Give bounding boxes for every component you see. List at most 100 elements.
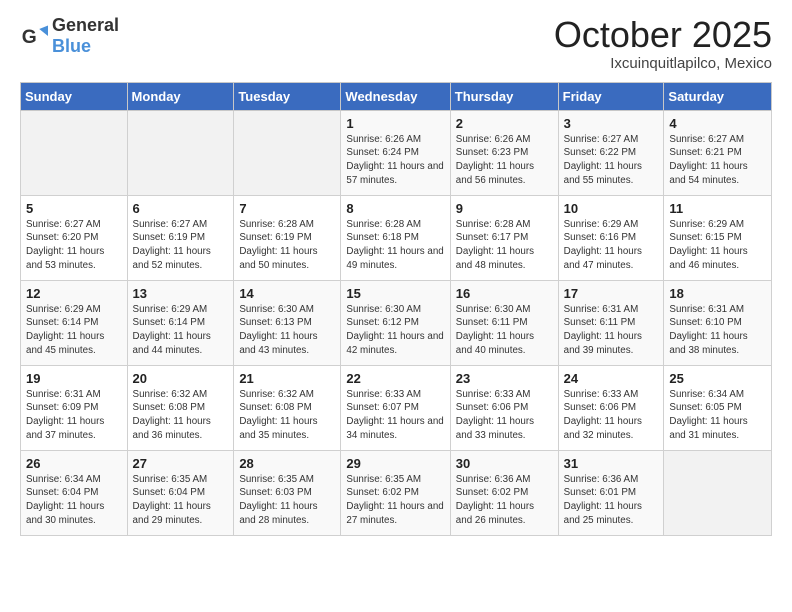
day-number: 1 (346, 116, 444, 131)
day-info: Sunrise: 6:30 AMSunset: 6:13 PMDaylight:… (239, 303, 335, 358)
svg-text:G: G (22, 27, 37, 48)
day-number: 27 (133, 456, 229, 471)
calendar: Sunday Monday Tuesday Wednesday Thursday… (20, 82, 772, 536)
day-info: Sunrise: 6:30 AMSunset: 6:12 PMDaylight:… (346, 303, 444, 358)
table-row: 30Sunrise: 6:36 AMSunset: 6:02 PMDayligh… (450, 450, 558, 535)
table-row: 4 Sunrise: 6:27 AMSunset: 6:21 PMDaylight… (664, 110, 772, 195)
table-row: 29 Sunrise: 6:35 AMSunset: 6:02 PMDayligh… (341, 450, 450, 535)
page: G General Blue October 2025 Ixcuinquitla… (0, 0, 792, 612)
day-info: Sunrise: 6:33 AMSunset: 6:07 PMDaylight:… (346, 388, 444, 443)
day-info: Sunrise: 6:27 AMSunset: 6:22 PMDaylight:… (564, 133, 659, 188)
day-number: 17 (564, 286, 659, 301)
day-number: 21 (239, 371, 335, 386)
calendar-week-row: 1 Sunrise: 6:26 AMSunset: 6:24 PMDaylight… (21, 110, 772, 195)
table-row: 28 Sunrise: 6:35 AMSunset: 6:03 PMDayligh… (234, 450, 341, 535)
title-block: October 2025 Ixcuinquitlapilco, Mexico (554, 15, 772, 72)
day-info: Sunrise: 6:34 AMSunset: 6:05 PMDaylight:… (669, 388, 766, 443)
day-number: 11 (669, 201, 766, 216)
day-number: 29 (346, 456, 444, 471)
logo-text: General Blue (52, 15, 119, 57)
day-info: Sunrise: 6:32 AMSunset: 6:08 PMDaylight:… (239, 388, 335, 443)
day-info: Sunrise: 6:27 AMSunset: 6:21 PMDaylight:… (669, 133, 766, 188)
table-row: 2Sunrise: 6:26 AMSunset: 6:23 PMDaylight… (450, 110, 558, 195)
day-number: 15 (346, 286, 444, 301)
table-row: 17 Sunrise: 6:31 AMSunset: 6:11 PMDayligh… (558, 280, 664, 365)
logo-general: General (52, 15, 119, 35)
table-row: 21 Sunrise: 6:32 AMSunset: 6:08 PMDayligh… (234, 365, 341, 450)
day-number: 20 (133, 371, 229, 386)
day-info: Sunrise: 6:29 AMSunset: 6:15 PMDaylight:… (669, 218, 766, 273)
day-info: Sunrise: 6:36 AMSunset: 6:01 PMDaylight:… (564, 473, 659, 528)
table-row: 12 Sunrise: 6:29 AMSunset: 6:14 PMDayligh… (21, 280, 128, 365)
day-info: Sunrise: 6:26 AMSunset: 6:23 PMDaylight:… (456, 133, 553, 188)
day-number: 7 (239, 201, 335, 216)
day-info: Sunrise: 6:31 AMSunset: 6:09 PMDaylight:… (26, 388, 122, 443)
table-row: 8Sunrise: 6:28 AMSunset: 6:18 PMDaylight… (341, 195, 450, 280)
logo-blue: Blue (52, 36, 91, 56)
day-number: 23 (456, 371, 553, 386)
day-number: 12 (26, 286, 122, 301)
table-row: 7 Sunrise: 6:28 AMSunset: 6:19 PMDaylight… (234, 195, 341, 280)
table-row: 25 Sunrise: 6:34 AMSunset: 6:05 PMDayligh… (664, 365, 772, 450)
table-row (127, 110, 234, 195)
day-info: Sunrise: 6:27 AMSunset: 6:19 PMDaylight:… (133, 218, 229, 273)
day-info: Sunrise: 6:28 AMSunset: 6:17 PMDaylight:… (456, 218, 553, 273)
day-number: 19 (26, 371, 122, 386)
table-row (234, 110, 341, 195)
day-number: 13 (133, 286, 229, 301)
day-number: 16 (456, 286, 553, 301)
day-info: Sunrise: 6:29 AMSunset: 6:14 PMDaylight:… (133, 303, 229, 358)
day-number: 25 (669, 371, 766, 386)
col-saturday: Saturday (664, 82, 772, 110)
table-row: 10Sunrise: 6:29 AMSunset: 6:16 PMDayligh… (558, 195, 664, 280)
day-info: Sunrise: 6:28 AMSunset: 6:18 PMDaylight:… (346, 218, 444, 273)
table-row: 31 Sunrise: 6:36 AMSunset: 6:01 PMDayligh… (558, 450, 664, 535)
table-row: 9Sunrise: 6:28 AMSunset: 6:17 PMDaylight… (450, 195, 558, 280)
day-info: Sunrise: 6:35 AMSunset: 6:02 PMDaylight:… (346, 473, 444, 528)
table-row: 18 Sunrise: 6:31 AMSunset: 6:10 PMDayligh… (664, 280, 772, 365)
day-info: Sunrise: 6:33 AMSunset: 6:06 PMDaylight:… (456, 388, 553, 443)
day-info: Sunrise: 6:26 AMSunset: 6:24 PMDaylight:… (346, 133, 444, 188)
month-title: October 2025 (554, 15, 772, 55)
day-number: 14 (239, 286, 335, 301)
table-row: 22Sunrise: 6:33 AMSunset: 6:07 PMDayligh… (341, 365, 450, 450)
day-info: Sunrise: 6:36 AMSunset: 6:02 PMDaylight:… (456, 473, 553, 528)
col-friday: Friday (558, 82, 664, 110)
table-row: 16 Sunrise: 6:30 AMSunset: 6:11 PMDayligh… (450, 280, 558, 365)
table-row: 13 Sunrise: 6:29 AMSunset: 6:14 PMDayligh… (127, 280, 234, 365)
day-number: 10 (564, 201, 659, 216)
day-number: 18 (669, 286, 766, 301)
col-monday: Monday (127, 82, 234, 110)
table-row: 24Sunrise: 6:33 AMSunset: 6:06 PMDayligh… (558, 365, 664, 450)
day-info: Sunrise: 6:30 AMSunset: 6:11 PMDaylight:… (456, 303, 553, 358)
table-row: 14 Sunrise: 6:30 AMSunset: 6:13 PMDayligh… (234, 280, 341, 365)
table-row: 3Sunrise: 6:27 AMSunset: 6:22 PMDaylight… (558, 110, 664, 195)
day-info: Sunrise: 6:33 AMSunset: 6:06 PMDaylight:… (564, 388, 659, 443)
calendar-week-row: 12 Sunrise: 6:29 AMSunset: 6:14 PMDayligh… (21, 280, 772, 365)
day-number: 4 (669, 116, 766, 131)
table-row: 1 Sunrise: 6:26 AMSunset: 6:24 PMDaylight… (341, 110, 450, 195)
table-row: 19 Sunrise: 6:31 AMSunset: 6:09 PMDayligh… (21, 365, 128, 450)
col-tuesday: Tuesday (234, 82, 341, 110)
day-number: 26 (26, 456, 122, 471)
calendar-week-row: 19 Sunrise: 6:31 AMSunset: 6:09 PMDayligh… (21, 365, 772, 450)
day-number: 6 (133, 201, 229, 216)
day-info: Sunrise: 6:31 AMSunset: 6:10 PMDaylight:… (669, 303, 766, 358)
day-info: Sunrise: 6:31 AMSunset: 6:11 PMDaylight:… (564, 303, 659, 358)
table-row: 26 Sunrise: 6:34 AMSunset: 6:04 PMDayligh… (21, 450, 128, 535)
day-info: Sunrise: 6:28 AMSunset: 6:19 PMDaylight:… (239, 218, 335, 273)
day-number: 5 (26, 201, 122, 216)
day-info: Sunrise: 6:34 AMSunset: 6:04 PMDaylight:… (26, 473, 122, 528)
table-row: 5Sunrise: 6:27 AMSunset: 6:20 PMDaylight… (21, 195, 128, 280)
day-number: 31 (564, 456, 659, 471)
location: Ixcuinquitlapilco, Mexico (554, 55, 772, 72)
table-row: 11 Sunrise: 6:29 AMSunset: 6:15 PMDayligh… (664, 195, 772, 280)
day-info: Sunrise: 6:35 AMSunset: 6:03 PMDaylight:… (239, 473, 335, 528)
table-row: 20Sunrise: 6:32 AMSunset: 6:08 PMDayligh… (127, 365, 234, 450)
day-info: Sunrise: 6:29 AMSunset: 6:14 PMDaylight:… (26, 303, 122, 358)
table-row: 23 Sunrise: 6:33 AMSunset: 6:06 PMDayligh… (450, 365, 558, 450)
col-wednesday: Wednesday (341, 82, 450, 110)
header: G General Blue October 2025 Ixcuinquitla… (20, 15, 772, 72)
day-number: 28 (239, 456, 335, 471)
table-row: 15 Sunrise: 6:30 AMSunset: 6:12 PMDayligh… (341, 280, 450, 365)
